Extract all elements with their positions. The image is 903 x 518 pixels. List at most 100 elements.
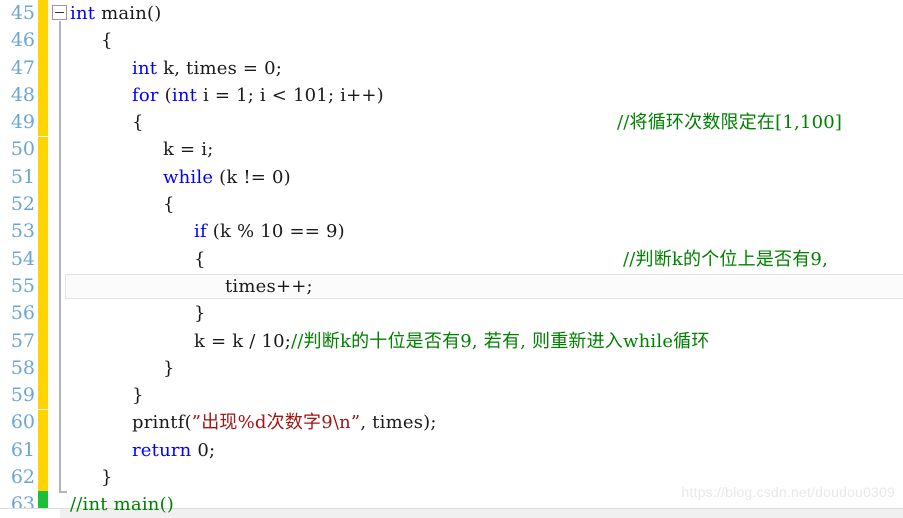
code-line[interactable]: { //将循环次数限定在[1,100] (70, 109, 903, 136)
token-plain: { (194, 248, 206, 270)
line-number: 54 (10, 247, 35, 270)
code-line[interactable]: { //判断k的个位上是否有9, (70, 246, 903, 273)
line-number: 47 (10, 56, 35, 79)
code-line[interactable]: } (70, 300, 903, 327)
change-bar-modified (38, 273, 48, 301)
change-bar-modified (38, 81, 48, 110)
line-number: 51 (10, 165, 35, 188)
change-bar-modified (38, 136, 48, 164)
collapse-minus-icon[interactable] (52, 5, 67, 20)
code-editor[interactable]: 45 46 47 48 49 50 51 52 53 54 55 56 57 58 59 60 61 62 63 i… (0, 0, 903, 518)
code-line[interactable]: for (int i = 1; i < 101; i++) (70, 82, 903, 109)
code-line-text: } (70, 385, 144, 406)
token-kw: for (132, 84, 159, 106)
token-plain: main() (95, 3, 162, 24)
token-plain: } (163, 357, 175, 379)
line-number: 60 (10, 411, 35, 434)
token-plain: { (101, 30, 113, 52)
inline-comment: //将循环次数限定在[1,100] (617, 112, 843, 134)
fold-guide-line (59, 21, 61, 492)
token-kw: return (132, 439, 192, 461)
code-line-text: int main() (70, 3, 162, 24)
line-number-column: 45 46 47 48 49 50 51 52 53 54 55 56 57 58 59 60 61 62 63 (0, 0, 38, 518)
editor-gutter: 45 46 47 48 49 50 51 52 53 54 55 56 57 58 59 60 61 62 63 (0, 0, 48, 518)
token-plain: (k != 0) (213, 166, 291, 188)
code-line[interactable]: k = k / 10;//判断k的十位是否有9, 若有, 则重新进入while循… (70, 328, 903, 355)
change-bar-modified (38, 109, 48, 137)
token-plain: } (101, 467, 113, 489)
line-number: 55 (10, 274, 35, 297)
token-plain: 0; (191, 439, 216, 461)
token-plain: i = 1; i < 101; i++) (197, 84, 384, 106)
code-line-text: if (k % 10 == 9) (70, 221, 345, 242)
code-line-text: { (70, 249, 206, 270)
line-number: 52 (10, 193, 35, 216)
change-bar-modified (38, 300, 48, 328)
code-line-text: k = k / 10;//判断k的十位是否有9, 若有, 则重新进入while循… (70, 331, 710, 352)
code-line[interactable]: k = i; (70, 136, 903, 163)
token-kw: while (163, 166, 214, 188)
code-line-text: times++; (70, 276, 313, 297)
line-number: 57 (10, 329, 35, 352)
change-bar-modified (38, 436, 48, 465)
code-line-text: for (int i = 1; i < 101; i++) (70, 85, 384, 106)
token-plain: k = i; (163, 139, 214, 161)
code-line[interactable]: { (70, 27, 903, 54)
line-number: 45 (10, 2, 35, 24)
code-line[interactable]: int main() (70, 0, 903, 27)
token-plain: } (194, 303, 206, 325)
code-line[interactable]: while (k != 0) (70, 164, 903, 191)
code-line-text: } (70, 358, 175, 379)
fold-margin[interactable] (48, 0, 70, 518)
code-line[interactable]: if (k % 10 == 9) (70, 218, 903, 245)
change-bar-modified (38, 327, 48, 355)
code-line-text: k = i; (70, 139, 213, 160)
code-line[interactable]: printf(”出现%d次数字9\n”, times); (70, 409, 903, 436)
code-line[interactable]: { (70, 191, 903, 218)
change-bar-modified (38, 54, 48, 82)
code-line[interactable]: times++; (65, 273, 903, 300)
code-line-text: printf(”出现%d次数字9\n”, times); (70, 412, 437, 433)
token-kw: int (132, 57, 158, 79)
code-line[interactable]: } (70, 355, 903, 382)
code-line-text: { (70, 112, 144, 133)
change-bar-modified (38, 382, 48, 410)
change-bar-modified (38, 218, 48, 246)
code-line-text: } (70, 467, 113, 488)
watermark: https://blog.csdn.net/doudou0309 (681, 484, 895, 500)
token-plain: } (132, 385, 144, 407)
code-line[interactable]: } (70, 382, 903, 409)
line-number: 50 (10, 138, 35, 161)
token-str: ”出现%d次数字9\n” (191, 412, 361, 434)
change-bar-modified (38, 409, 48, 437)
line-number: 58 (10, 356, 35, 379)
token-kw: if (194, 221, 207, 243)
token-plain: ( (158, 84, 172, 106)
line-number: 61 (10, 438, 35, 461)
change-bar-modified (38, 464, 48, 492)
code-line-text: { (70, 30, 113, 51)
inline-comment: //判断k的个位上是否有9, (623, 248, 829, 270)
line-number: 56 (10, 302, 35, 325)
token-plain: times++; (225, 275, 313, 297)
code-line-text: } (70, 303, 206, 324)
code-text-area[interactable]: int main(){int k, times = 0; for (int i =… (65, 0, 903, 518)
code-line-text: return 0; (70, 440, 215, 461)
change-bar-modified (38, 191, 48, 219)
fold-guide-foot (59, 491, 67, 494)
change-bar-modified (38, 163, 48, 192)
code-line-text: while (k != 0) (70, 167, 291, 188)
token-plain: k, times = 0; (157, 57, 283, 79)
line-number: 46 (10, 29, 35, 52)
code-line[interactable]: return 0; (70, 437, 903, 464)
token-plain: { (163, 194, 175, 216)
token-kw: int (70, 3, 96, 24)
code-line[interactable]: int k, times = 0; (70, 55, 903, 82)
line-number: 53 (10, 220, 35, 243)
token-plain: printf( (132, 412, 192, 434)
token-cmt: //int main() (70, 494, 175, 516)
line-number: 48 (10, 83, 35, 106)
token-plain: , times); (360, 412, 437, 434)
bottom-strip-corner (0, 509, 60, 518)
token-kw: int (171, 84, 198, 106)
